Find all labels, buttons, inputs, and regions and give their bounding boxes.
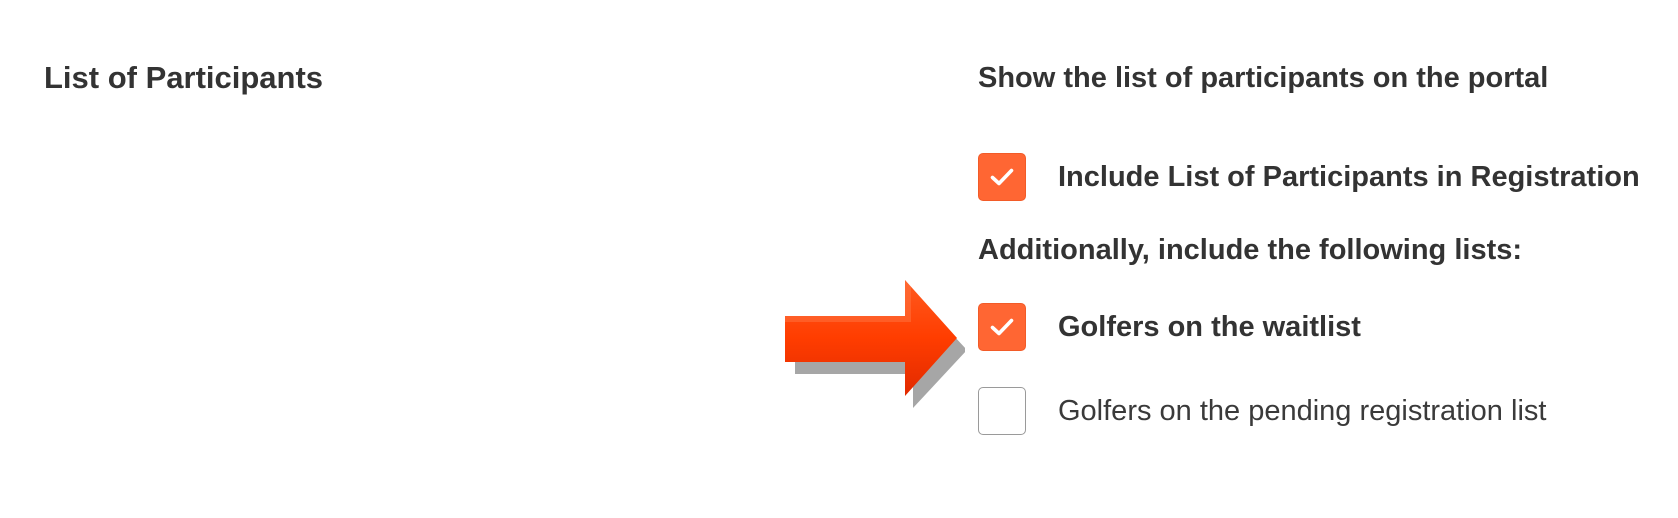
waitlist-option[interactable]: Golfers on the waitlist: [978, 302, 1668, 352]
section-title: List of Participants: [44, 60, 324, 95]
arrow-right-icon: [785, 280, 965, 408]
pending-registration-option[interactable]: Golfers on the pending registration list: [978, 386, 1668, 436]
pending-registration-checkbox[interactable]: [978, 387, 1026, 435]
checkmark-icon: [990, 318, 1014, 336]
participants-settings: Show the list of participants on the por…: [978, 58, 1668, 436]
additional-lists-heading: Additionally, include the following list…: [978, 234, 1523, 266]
page: List of Participants Show the list of pa…: [0, 0, 1678, 518]
include-participants-option[interactable]: Include List of Participants in Registra…: [978, 152, 1668, 202]
waitlist-label[interactable]: Golfers on the waitlist: [1058, 307, 1361, 347]
settings-heading: Show the list of participants on the por…: [978, 62, 1549, 94]
checkmark-icon: [990, 168, 1014, 186]
pending-registration-label[interactable]: Golfers on the pending registration list: [1058, 391, 1546, 431]
include-participants-checkbox[interactable]: [978, 153, 1026, 201]
waitlist-checkbox[interactable]: [978, 303, 1026, 351]
include-participants-label[interactable]: Include List of Participants in Registra…: [1058, 157, 1640, 197]
